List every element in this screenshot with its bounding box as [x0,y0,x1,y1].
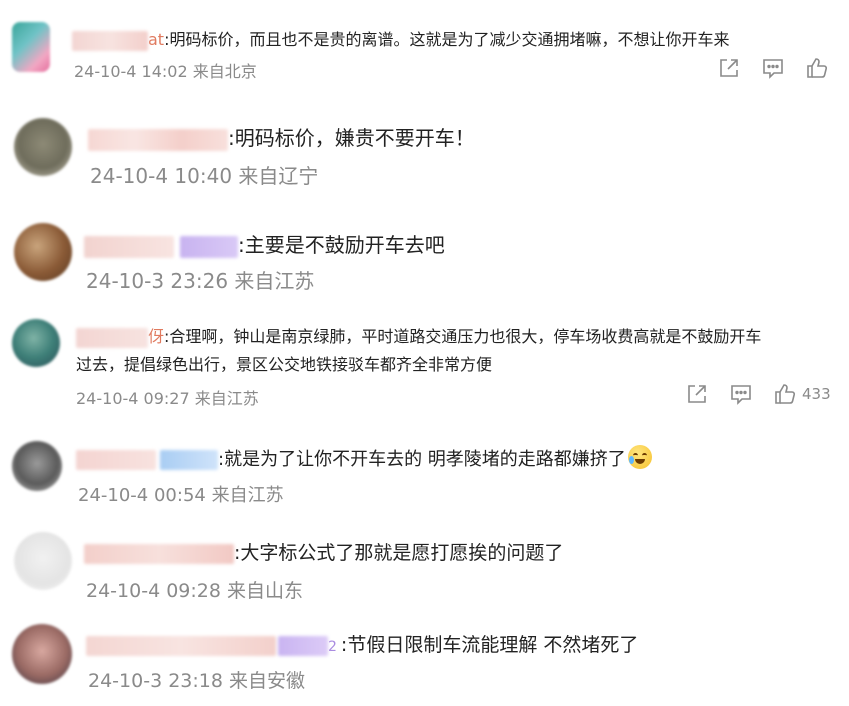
like-count: 433 [802,385,831,403]
share-icon [688,385,706,403]
comment-item: :明码标价，嫌贵不要开车！ 24-10-4 10:40 来自辽宁 [0,100,849,200]
username-blurred[interactable] [84,543,234,564]
like-icon [807,58,828,78]
laughing-crying-emoji-icon [627,445,652,469]
avatar[interactable] [12,22,50,72]
username-blurred[interactable] [84,235,174,258]
comment-item: :就是为了让你不开车去的 明孝陵堵的走路都嫌挤了 24-10-4 00:54 来… [0,425,849,520]
like-button[interactable]: 433 [774,383,831,405]
comment-button[interactable] [762,57,784,79]
username-tail[interactable]: at [148,30,164,49]
comment-location: 来自江苏 [211,485,284,506]
username-blurred[interactable] [76,450,156,470]
comment-time: 24-10-4 10:40 [90,164,233,188]
username-blurred[interactable] [88,128,228,151]
share-button[interactable] [718,57,740,79]
comment-text: :就是为了让你不开车去的 明孝陵堵的走路都嫌挤了 [218,449,626,470]
comment-time: 24-10-4 09:28 [86,580,221,602]
user-badge-blurred [278,635,328,656]
comment-text: :节假日限制车流能理解 不然堵死了 [340,634,639,656]
comment-text: :主要是不鼓励开车去吧 [238,233,445,257]
comment-item: 伢:合理啊，钟山是南京绿肺，平时道路交通压力也很大，停车场收费高就是不鼓励开车 … [0,305,849,425]
username-blurred[interactable] [86,635,276,656]
comment-text: :合理啊，钟山是南京绿肺，平时道路交通压力也很大，停车场收费高就是不鼓励开车 [164,327,762,346]
user-badge-blurred [160,450,218,470]
avatar[interactable] [12,624,72,684]
comment-location: 来自安徽 [229,670,306,692]
comment-icon [731,385,751,405]
comment-text: :大字标公式了那就是愿打愿挨的问题了 [234,542,564,564]
comment-time: 24-10-3 23:18 [88,670,223,692]
comment-time: 24-10-4 14:02 [74,62,188,81]
comment-time: 24-10-4 00:54 [78,485,206,506]
comment-text-continued: 过去，提倡绿色出行，景区公交地铁接驳车都齐全非常方便 [76,355,493,374]
comment-location: 来自江苏 [234,269,315,293]
username-blurred[interactable] [72,30,148,51]
comment-text: :明码标价，嫌贵不要开车！ [228,126,475,150]
comment-location: 来自江苏 [194,389,259,408]
user-badge-blurred [180,235,238,258]
avatar[interactable] [14,532,72,590]
share-button[interactable] [686,383,708,405]
comment-item: at:明码标价，而且也不是贵的离谱。这就是为了减少交通拥堵嘛，不想让你开车来 2… [0,0,849,100]
username-tail[interactable]: 2 [328,639,337,655]
like-button[interactable] [806,57,828,79]
comment-button[interactable] [730,383,752,405]
comment-item: :主要是不鼓励开车去吧 24-10-3 23:26 来自江苏 [0,205,849,305]
share-icon [720,59,738,77]
comment-item: 2:节假日限制车流能理解 不然堵死了 24-10-3 23:18 来自安徽 [0,612,849,706]
comment-time: 24-10-3 23:26 [86,269,229,293]
comment-location: 来自山东 [227,580,304,602]
like-icon [775,384,796,404]
username-blurred[interactable] [76,327,148,348]
avatar[interactable] [14,118,72,176]
avatar[interactable] [12,441,62,491]
comment-time: 24-10-4 09:27 [76,389,190,408]
comment-item: :大字标公式了那就是愿打愿挨的问题了 24-10-4 09:28 来自山东 [0,520,849,615]
comment-icon [763,59,783,79]
comment-location: 来自辽宁 [238,164,319,188]
avatar[interactable] [14,223,72,281]
comment-text: :明码标价，而且也不是贵的离谱。这就是为了减少交通拥堵嘛，不想让你开车来 [164,30,730,49]
username-tail[interactable]: 伢 [148,327,164,346]
comment-location: 来自北京 [192,62,257,81]
avatar[interactable] [12,319,60,367]
